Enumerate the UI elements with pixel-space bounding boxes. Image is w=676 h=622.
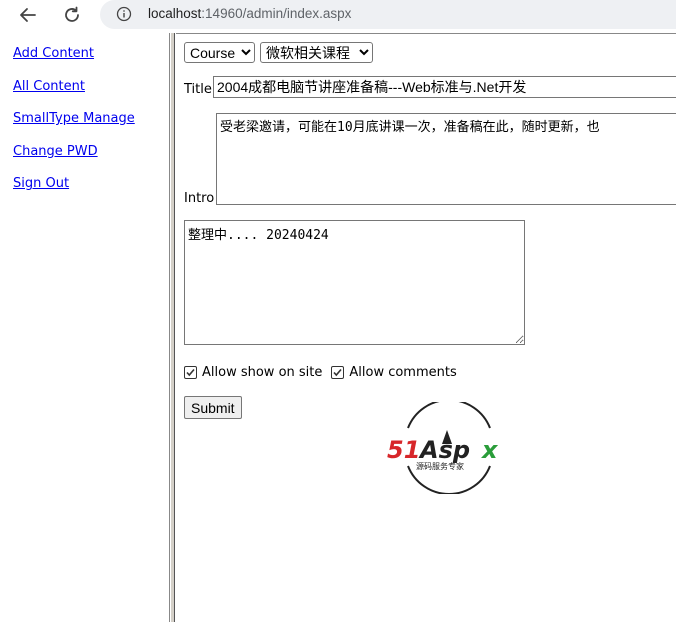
back-icon[interactable] xyxy=(16,3,40,27)
svg-text:x: x xyxy=(481,436,499,464)
browser-toolbar: localhost:14960/admin/index.aspx xyxy=(0,0,676,30)
subcategory-select[interactable]: 微软相关课程 xyxy=(260,42,373,63)
nav-smalltype-manage-link[interactable]: SmallType Manage xyxy=(13,111,135,126)
allow-show-checkbox[interactable] xyxy=(184,366,197,379)
options-row: Allow show on site Allow comments xyxy=(184,365,466,380)
allow-comments-label: Allow comments xyxy=(349,365,457,380)
nav-change-pwd-link[interactable]: Change PWD xyxy=(13,144,98,159)
nav-add-content-link[interactable]: Add Content xyxy=(13,46,94,61)
content-textarea[interactable]: 整理中.... 20240424 xyxy=(184,220,525,345)
logo-subtitle: 源码服务专家 xyxy=(416,461,464,471)
title-label: Title xyxy=(184,82,212,97)
title-input[interactable] xyxy=(213,76,676,98)
category-select[interactable]: Course xyxy=(184,42,255,63)
submit-button[interactable]: Submit xyxy=(184,396,242,419)
allow-show-label: Allow show on site xyxy=(202,365,323,380)
svg-text:Asp: Asp xyxy=(418,436,470,464)
info-icon[interactable] xyxy=(116,6,132,22)
intro-textarea[interactable]: 受老梁邀请，可能在10月底讲课一次，准备稿在此，随时更新，也 xyxy=(216,113,676,205)
nav-all-content-link[interactable]: All Content xyxy=(13,79,85,94)
nav-sign-out-link[interactable]: Sign Out xyxy=(13,176,69,191)
intro-label: Intro xyxy=(184,191,215,206)
logo-graphic: 51 Asp x 源码服务专家 xyxy=(387,398,499,496)
frame-splitter[interactable] xyxy=(170,33,175,622)
url-text[interactable]: localhost:14960/admin/index.aspx xyxy=(148,6,351,21)
url-path: :14960/admin/index.aspx xyxy=(201,6,352,21)
site-logo: 51 Asp x 源码服务专家 xyxy=(386,398,512,496)
reload-icon[interactable] xyxy=(60,3,84,27)
url-host: localhost xyxy=(148,6,202,21)
allow-comments-checkbox[interactable] xyxy=(331,366,345,379)
svg-text:51: 51 xyxy=(387,436,420,464)
nav-menu: Add Content All Content SmallType Manage… xyxy=(13,42,135,205)
content-frame: Course 微软相关课程 Title Intro 受老梁邀请，可能在10月底讲… xyxy=(176,33,676,622)
address-bar[interactable]: localhost:14960/admin/index.aspx xyxy=(100,0,676,29)
left-nav-frame: Add Content All Content SmallType Manage… xyxy=(0,33,170,622)
